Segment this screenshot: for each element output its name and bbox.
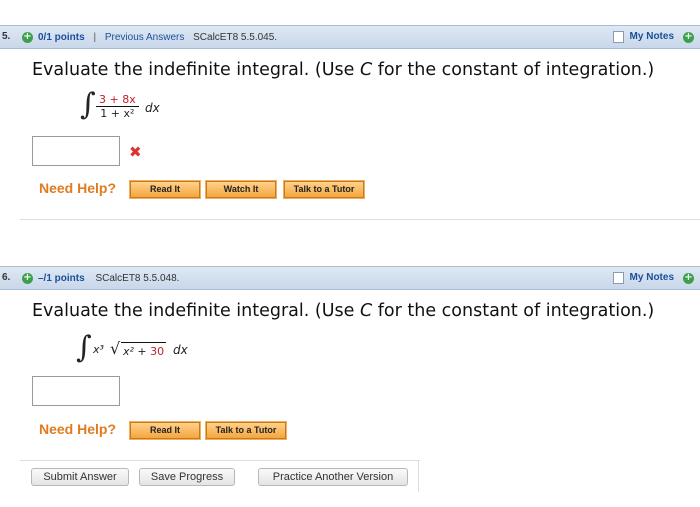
question-5-header: 5. + 0/1 points | Previous Answers SCalc… bbox=[0, 25, 700, 49]
radicand: x² + 30 bbox=[121, 342, 167, 358]
x-icon: ✖ bbox=[129, 143, 142, 161]
question-5-prompt: Evaluate the indefinite integral. (Use C… bbox=[32, 60, 654, 80]
talk-to-tutor-button[interactable]: Talk to a Tutor bbox=[205, 421, 287, 440]
submit-answer-button[interactable]: Submit Answer bbox=[31, 468, 129, 486]
previous-answers-link[interactable]: Previous Answers bbox=[105, 32, 184, 43]
talk-to-tutor-button[interactable]: Talk to a Tutor bbox=[283, 180, 365, 199]
my-notes-label: My Notes bbox=[629, 31, 674, 42]
question-code: SCalcET8 5.5.048. bbox=[95, 273, 180, 284]
prompt-variable: C bbox=[359, 60, 373, 80]
answer-input[interactable] bbox=[32, 136, 120, 166]
question-number: 5. bbox=[2, 31, 11, 42]
need-help-label: Need Help? bbox=[39, 421, 117, 437]
integral-sign: ∫ bbox=[76, 330, 92, 365]
prompt-text-end: for the constant of integration.) bbox=[372, 301, 655, 321]
note-icon bbox=[612, 272, 624, 284]
radicand-constant: 30 bbox=[150, 345, 165, 358]
integral-fraction: 3 + 8x 1 + x² bbox=[96, 93, 139, 120]
question-6-prompt: Evaluate the indefinite integral. (Use C… bbox=[32, 301, 654, 321]
question-number: 6. bbox=[2, 272, 11, 283]
practice-another-version-button[interactable]: Practice Another Version bbox=[258, 468, 408, 486]
notes-plus-icon[interactable]: + bbox=[683, 32, 694, 43]
question-info: 0/1 points | Previous Answers SCalcET8 5… bbox=[38, 32, 277, 43]
read-it-button[interactable]: Read It bbox=[129, 421, 201, 440]
notes-plus-icon[interactable]: + bbox=[683, 273, 694, 284]
integral-dx: dx bbox=[145, 101, 160, 115]
question-info: –/1 points SCalcET8 5.5.048. bbox=[38, 273, 179, 284]
question-divider bbox=[20, 219, 700, 220]
fraction-denominator: 1 + x² bbox=[100, 107, 135, 120]
watch-it-button[interactable]: Watch It bbox=[205, 180, 277, 199]
read-it-button[interactable]: Read It bbox=[129, 180, 201, 199]
radicand-text: x² + bbox=[123, 345, 151, 358]
my-notes-button[interactable]: My Notes bbox=[608, 29, 680, 45]
answer-input[interactable] bbox=[32, 376, 120, 406]
prompt-text-end: for the constant of integration.) bbox=[372, 60, 655, 80]
note-icon bbox=[612, 31, 624, 43]
fraction-numerator: 3 + 8x bbox=[96, 93, 139, 107]
question-6-header: 6. + –/1 points SCalcET8 5.5.048. My Not… bbox=[0, 266, 700, 290]
points-label: 0/1 points bbox=[38, 32, 85, 43]
need-help-label: Need Help? bbox=[39, 180, 117, 196]
separator: | bbox=[93, 32, 97, 43]
integral-term: x³ bbox=[93, 343, 104, 356]
expand-plus-icon[interactable]: + bbox=[22, 32, 33, 43]
integral-sign: ∫ bbox=[80, 87, 96, 122]
expand-plus-icon[interactable]: + bbox=[22, 273, 33, 284]
question-code: SCalcET8 5.5.045. bbox=[193, 32, 278, 43]
footer-divider-vertical bbox=[418, 460, 419, 492]
integral-dx: dx bbox=[173, 343, 188, 357]
points-label: –/1 points bbox=[38, 273, 85, 284]
save-progress-button[interactable]: Save Progress bbox=[139, 468, 235, 486]
my-notes-label: My Notes bbox=[629, 272, 674, 283]
footer-divider bbox=[20, 460, 420, 461]
prompt-variable: C bbox=[359, 301, 373, 321]
prompt-text: Evaluate the indefinite integral. (Use bbox=[32, 301, 360, 321]
prompt-text: Evaluate the indefinite integral. (Use bbox=[32, 60, 360, 80]
sqrt-icon: √ bbox=[110, 339, 121, 358]
my-notes-button[interactable]: My Notes bbox=[608, 270, 680, 286]
